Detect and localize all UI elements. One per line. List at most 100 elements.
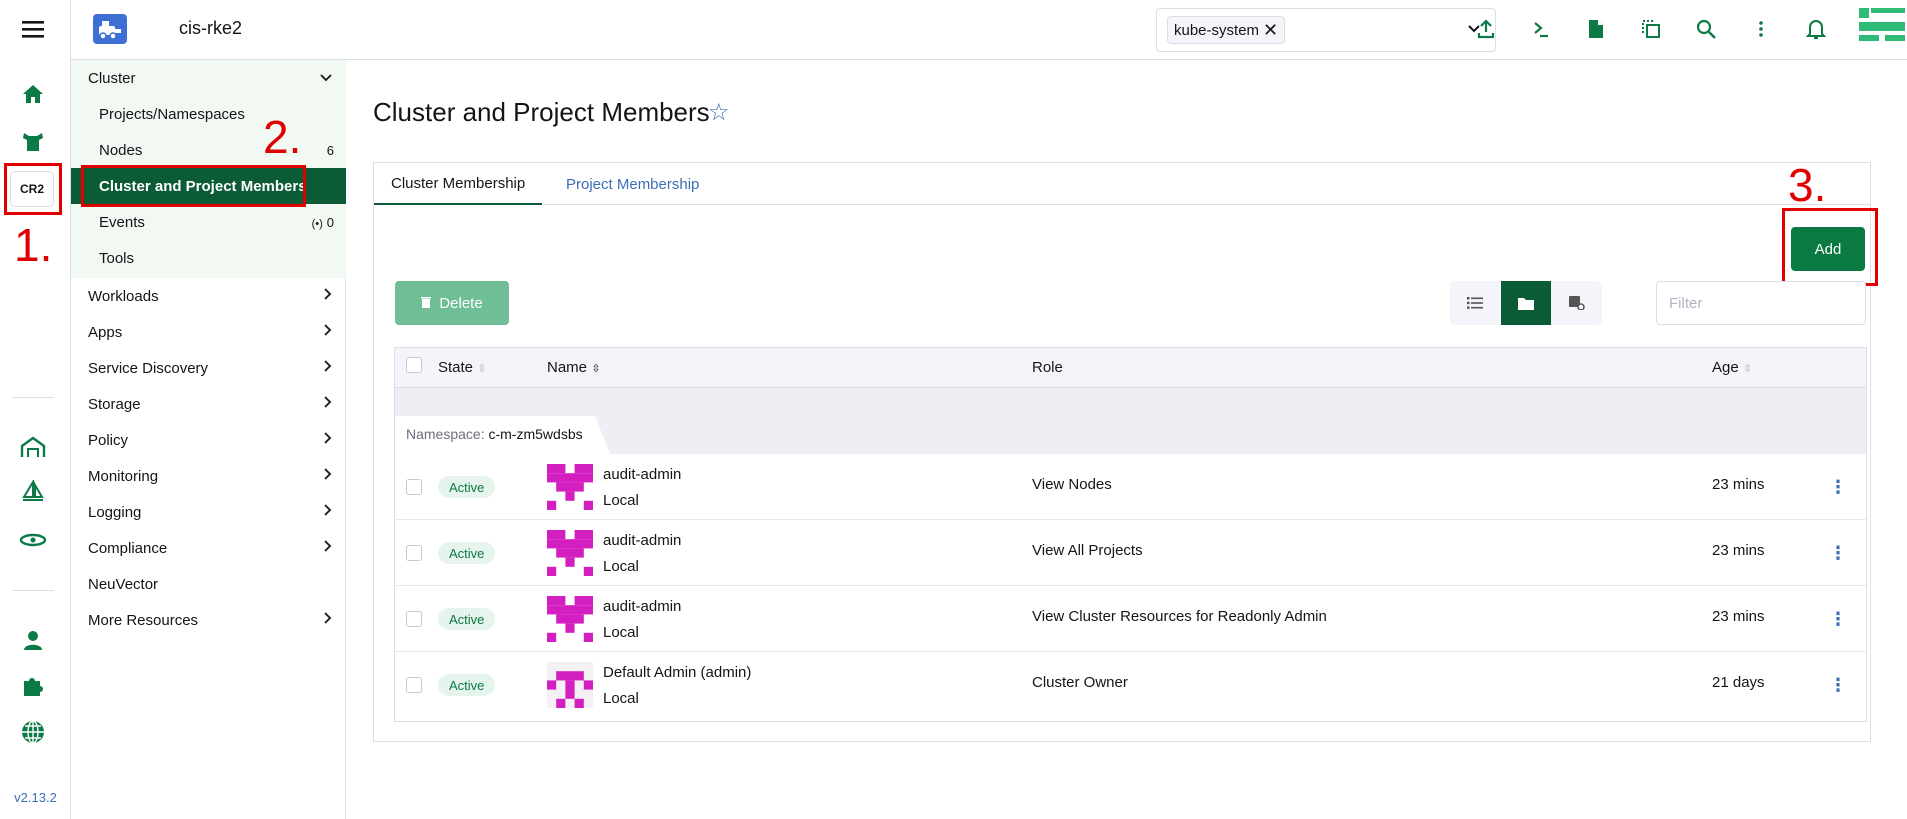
namespace-chip[interactable]: kube-system ✕ <box>1167 16 1286 44</box>
add-button[interactable]: Add <box>1791 227 1865 271</box>
hamburger-menu-icon[interactable] <box>20 16 46 42</box>
nav-item-nodes[interactable]: Nodes 6 <box>71 132 346 168</box>
annotation-number-2: 2. <box>263 111 302 163</box>
nav-group-label: Compliance <box>88 539 168 557</box>
tab-project-membership[interactable]: Project Membership <box>549 163 716 205</box>
row-checkbox[interactable] <box>406 677 422 693</box>
user-provider: Local <box>603 690 639 707</box>
nav-item-events[interactable]: Events (•) 0 <box>71 204 346 240</box>
left-rail: CR2 1. v2.13.2 <box>0 0 71 819</box>
chevron-right-icon <box>324 431 332 449</box>
namespace-chip-label: kube-system <box>1174 21 1260 39</box>
cluster-explorer-icon[interactable] <box>17 126 49 158</box>
row-actions-icon[interactable]: ⋮ <box>1828 538 1848 568</box>
more-vertical-icon[interactable] <box>1746 14 1776 44</box>
row-checkbox[interactable] <box>406 611 422 627</box>
row-actions-icon[interactable]: ⋮ <box>1828 670 1848 700</box>
nav-group-label: Policy <box>88 431 129 449</box>
user-name: audit-admin <box>603 466 682 483</box>
chevron-right-icon <box>324 395 332 413</box>
side-navigation: Cluster Projects/Namespaces Nodes 6 Clus… <box>71 60 346 819</box>
events-count: (•) 0 <box>311 214 334 230</box>
role-name: View Nodes <box>1032 476 1112 493</box>
role-name: View All Projects <box>1032 542 1143 559</box>
row-actions-icon[interactable]: ⋮ <box>1828 472 1848 502</box>
globe-icon[interactable] <box>17 716 49 748</box>
user-provider: Local <box>603 492 639 509</box>
row-checkbox[interactable] <box>406 545 422 561</box>
age-value: 23 mins <box>1712 476 1765 493</box>
nav-item-neuvector[interactable]: NeuVector <box>71 566 346 602</box>
flat-list-view-icon[interactable] <box>1450 281 1500 325</box>
nav-group-policy[interactable]: Policy <box>71 422 346 458</box>
puzzle-icon[interactable] <box>17 670 49 702</box>
nav-item-tools[interactable]: Tools <box>71 240 346 276</box>
nav-group-apps[interactable]: Apps <box>71 314 346 350</box>
namespace-filter-select[interactable]: kube-system ✕ <box>1156 8 1496 52</box>
nav-group-compliance[interactable]: Compliance <box>71 530 346 566</box>
trash-icon <box>421 295 432 312</box>
nav-item-label: Projects/Namespaces <box>99 105 245 123</box>
nav-group-label: NeuVector <box>88 575 159 593</box>
delete-button[interactable]: Delete <box>395 281 509 325</box>
remove-namespace-icon[interactable]: ✕ <box>1263 20 1278 41</box>
terminal-icon[interactable] <box>1526 14 1556 44</box>
role-name: View Cluster Resources for Readonly Admi… <box>1032 608 1327 625</box>
avatar <box>547 662 593 708</box>
column-header-role: Role <box>1032 359 1063 376</box>
user-name: audit-admin <box>603 598 682 615</box>
avatar <box>547 464 593 510</box>
nav-group-label: Monitoring <box>88 467 159 485</box>
nodes-count: 6 <box>326 142 334 158</box>
fleet-icon[interactable] <box>17 431 49 463</box>
filter-input[interactable] <box>1656 281 1866 325</box>
status-badge: Active <box>438 542 496 564</box>
namespace-group-row: Namespace: c-m-zm5wdsbs <box>395 388 1866 454</box>
nav-group-more-resources[interactable]: More Resources <box>71 602 346 638</box>
eye-icon[interactable] <box>17 524 49 556</box>
nav-group-label: Apps <box>88 323 123 341</box>
row-actions-icon[interactable]: ⋮ <box>1828 604 1848 634</box>
nav-group-workloads[interactable]: Workloads <box>71 278 346 314</box>
table-row[interactable]: Active audit-admin Local View Nodes 23 m… <box>395 454 1866 520</box>
nav-group-monitoring[interactable]: Monitoring <box>71 458 346 494</box>
sailboat-icon[interactable] <box>17 476 49 508</box>
column-header-state[interactable]: State ⇳ <box>438 359 486 376</box>
tab-cluster-membership[interactable]: Cluster Membership <box>374 163 543 205</box>
user-icon[interactable] <box>17 624 49 656</box>
nav-group-service-discovery[interactable]: Service Discovery <box>71 350 346 386</box>
nav-item-projects-namespaces[interactable]: Projects/Namespaces <box>71 96 346 132</box>
home-icon[interactable] <box>17 78 49 110</box>
nav-group-cluster[interactable]: Cluster <box>71 60 346 96</box>
status-badge: Active <box>438 674 496 696</box>
user-name: Default Admin (admin) <box>603 664 752 681</box>
table-row[interactable]: Active audit-admin Local View Cluster Re… <box>395 586 1866 652</box>
role-name: Cluster Owner <box>1032 674 1128 691</box>
chevron-right-icon <box>324 539 332 557</box>
nav-group-label: Service Discovery <box>88 359 209 377</box>
table-row[interactable]: Active audit-admin Local View All Projec… <box>395 520 1866 586</box>
nav-group-storage[interactable]: Storage <box>71 386 346 422</box>
select-all-checkbox[interactable] <box>406 357 422 373</box>
nav-group-logging[interactable]: Logging <box>71 494 346 530</box>
group-by-namespace-icon[interactable] <box>1501 281 1551 325</box>
table-row[interactable]: Active Default Admin (admin) Local Clust… <box>395 652 1866 718</box>
file-icon[interactable] <box>1581 14 1611 44</box>
bell-icon[interactable] <box>1801 14 1831 44</box>
rancher-logo-icon[interactable] <box>1859 8 1905 44</box>
column-header-name[interactable]: Name ⇳ <box>547 359 600 376</box>
nav-group-label: Logging <box>88 503 142 521</box>
group-by-project-icon[interactable] <box>1552 281 1602 325</box>
favorite-star-icon[interactable]: ☆ <box>708 98 730 127</box>
copy-icon[interactable] <box>1636 14 1666 44</box>
sort-icon: ⇳ <box>591 363 601 375</box>
nav-group-label: Storage <box>88 395 141 413</box>
search-icon[interactable] <box>1691 14 1721 44</box>
row-checkbox[interactable] <box>406 479 422 495</box>
membership-tabs: Cluster Membership Project Membership <box>374 163 1870 205</box>
nav-group-label: Workloads <box>88 287 159 305</box>
table-header: State ⇳ Name ⇳ Role Age ⇳ <box>395 348 1866 388</box>
upload-icon[interactable] <box>1471 14 1501 44</box>
column-header-age[interactable]: Age ⇳ <box>1712 359 1752 376</box>
version-label[interactable]: v2.13.2 <box>0 790 71 805</box>
